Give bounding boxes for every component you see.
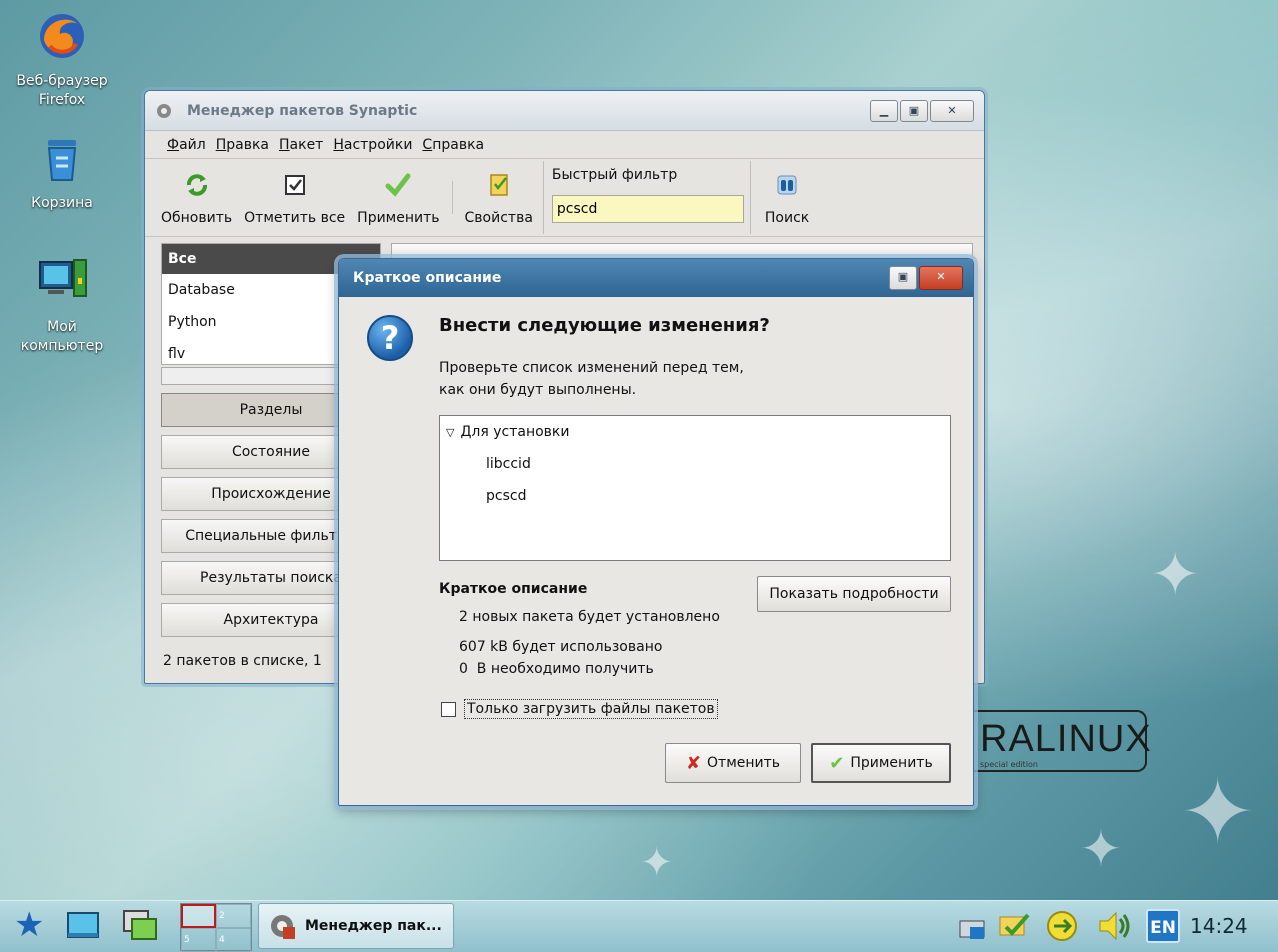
binoculars-icon bbox=[777, 175, 797, 195]
dialog-description: Проверьте список изменений перед тем, ка… bbox=[439, 360, 744, 398]
mark-all-button[interactable]: Отметить все bbox=[238, 161, 351, 234]
taskbar: ★ 2 5 4 Менеджер пак... EN 14:24 bbox=[0, 900, 1278, 952]
workspace-1[interactable] bbox=[181, 904, 216, 928]
reload-icon bbox=[186, 174, 207, 196]
mark-all-icon bbox=[284, 175, 305, 195]
tree-item[interactable]: pcscd bbox=[486, 488, 526, 504]
search-label: Поиск bbox=[764, 210, 810, 226]
desktop-icon-label: Корзина bbox=[31, 195, 93, 211]
menu-package[interactable]: Пакет bbox=[279, 137, 323, 153]
window-title: Менеджер пакетов Synaptic bbox=[187, 102, 418, 119]
toolbar: Обновить Отметить все Применить Свойства… bbox=[145, 159, 984, 237]
computer-icon bbox=[39, 259, 87, 297]
synaptic-app-icon bbox=[157, 103, 171, 118]
checkbox-box[interactable] bbox=[441, 701, 456, 717]
reload-button[interactable]: Обновить bbox=[155, 161, 238, 234]
usb-icon[interactable] bbox=[1044, 909, 1080, 943]
task-label: Менеджер пак... bbox=[305, 918, 442, 934]
desktop-icon-my-computer[interactable]: Мой компьютер bbox=[12, 256, 112, 356]
apply-label: Применить bbox=[850, 755, 933, 771]
menu-edit[interactable]: Правка bbox=[216, 137, 269, 153]
quick-filter-input[interactable] bbox=[551, 195, 744, 223]
summary-line: 0 B необходимо получить bbox=[459, 661, 654, 677]
status-bar-text: 2 пакетов в списке, 1 bbox=[163, 653, 322, 669]
star-decoration: ✦ bbox=[1080, 820, 1122, 878]
synaptic-app-icon bbox=[271, 915, 295, 939]
summary-line: 2 новых пакета будет установлено bbox=[459, 609, 720, 625]
maximize-button[interactable]: ▣ bbox=[889, 266, 917, 290]
question-icon: ? bbox=[367, 315, 413, 361]
star-decoration: ✦ bbox=[1150, 540, 1201, 610]
quick-filter-label: Быстрый фильтр bbox=[551, 167, 678, 183]
menu-file[interactable]: Файл bbox=[167, 137, 206, 153]
apply-label: Применить bbox=[357, 210, 440, 226]
properties-button[interactable]: Свойства bbox=[459, 161, 539, 234]
download-only-checkbox[interactable]: Только загрузить файлы пакетов bbox=[441, 699, 718, 719]
tree-item[interactable]: libccid bbox=[486, 456, 531, 472]
menu-help[interactable]: Справка bbox=[422, 137, 484, 153]
menu-settings[interactable]: Настройки bbox=[333, 137, 412, 153]
workspace-3[interactable]: 5 bbox=[181, 928, 216, 952]
workspace-4[interactable]: 4 bbox=[216, 928, 251, 952]
package-updates-icon[interactable] bbox=[996, 909, 1032, 943]
changes-tree[interactable]: ▽ Для установки libccid pcscd bbox=[439, 415, 951, 561]
search-button[interactable]: Поиск bbox=[759, 161, 815, 234]
checkmark-icon: ✔ bbox=[829, 752, 845, 774]
maximize-button[interactable]: ▣ bbox=[900, 99, 928, 122]
show-details-button[interactable]: Показать подробности bbox=[757, 576, 951, 612]
firefox-icon bbox=[40, 14, 84, 58]
clock[interactable]: 14:24 bbox=[1190, 914, 1248, 938]
tree-group[interactable]: ▽ Для установки bbox=[446, 424, 569, 440]
cancel-button[interactable]: ✘ Отменить bbox=[665, 743, 801, 783]
dialog-title: Краткое описание bbox=[353, 270, 502, 286]
properties-label: Свойства bbox=[464, 210, 533, 226]
desktop-icon-trash[interactable]: Корзина bbox=[12, 132, 112, 213]
quick-filter: Быстрый фильтр bbox=[542, 161, 751, 234]
cancel-label: Отменить bbox=[707, 755, 781, 771]
taskbar-task-synaptic[interactable]: Менеджер пак... bbox=[258, 903, 454, 949]
keyboard-layout-indicator[interactable]: EN bbox=[1146, 909, 1180, 943]
toolbar-separator bbox=[451, 181, 453, 214]
summary-line: 607 kB будет использовано bbox=[459, 639, 663, 655]
minimize-button[interactable]: ▁ bbox=[870, 99, 898, 122]
window-switcher-icon[interactable] bbox=[122, 909, 158, 943]
apply-button[interactable]: Применить bbox=[351, 161, 445, 234]
summary-title: Краткое описание bbox=[439, 581, 588, 597]
logo-subtitle: special edition bbox=[980, 760, 1039, 769]
volume-icon[interactable] bbox=[1096, 909, 1134, 943]
close-button[interactable]: ✕ bbox=[930, 99, 974, 122]
properties-icon bbox=[489, 174, 508, 196]
checkmark-icon bbox=[385, 173, 411, 197]
checkbox-label: Только загрузить файлы пакетов bbox=[464, 699, 718, 719]
cancel-x-icon: ✘ bbox=[685, 752, 702, 774]
expander-triangle-icon[interactable]: ▽ bbox=[446, 426, 454, 439]
summary-dialog: Краткое описание ▣ ✕ ? Внести следующие … bbox=[338, 258, 974, 806]
dialog-titlebar[interactable]: Краткое описание ▣ ✕ bbox=[339, 259, 973, 297]
tree-group-label: Для установки bbox=[460, 424, 570, 440]
astralinux-logo: RALINUX special edition bbox=[955, 710, 1151, 772]
logo-text: RALINUX bbox=[980, 718, 1152, 760]
mark-all-label: Отметить все bbox=[244, 210, 346, 226]
menubar: Файл Правка Пакет Настройки Справка bbox=[145, 131, 984, 159]
desktop-icon-label: Мой компьютер bbox=[20, 319, 104, 354]
workspace-2[interactable]: 2 bbox=[216, 904, 251, 928]
workspace-switcher[interactable]: 2 5 4 bbox=[180, 903, 252, 952]
apply-button[interactable]: ✔ Применить bbox=[811, 743, 951, 783]
reload-label: Обновить bbox=[161, 210, 233, 226]
desktop-icon-firefox[interactable]: Веб-браузер Firefox bbox=[12, 10, 112, 110]
dialog-heading: Внести следующие изменения? bbox=[439, 315, 770, 336]
start-menu-star-icon[interactable]: ★ bbox=[14, 907, 44, 943]
synaptic-titlebar[interactable]: Менеджер пакетов Synaptic ▁ ▣ ✕ bbox=[145, 91, 984, 131]
close-button[interactable]: ✕ bbox=[919, 266, 963, 290]
show-desktop-icon[interactable] bbox=[66, 911, 100, 941]
star-decoration: ✦ bbox=[640, 840, 674, 886]
network-icon[interactable] bbox=[956, 909, 988, 943]
star-decoration: ✦ bbox=[1180, 760, 1256, 865]
trash-icon bbox=[47, 140, 77, 181]
desktop-icon-label: Веб-браузер Firefox bbox=[16, 73, 108, 108]
